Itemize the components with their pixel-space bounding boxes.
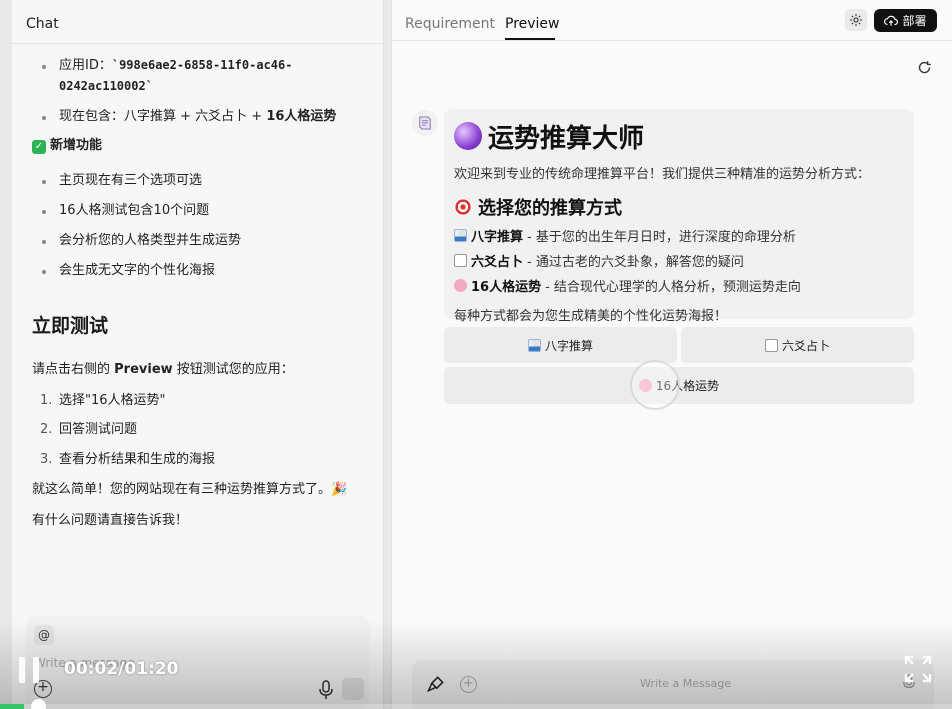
progress-bar[interactable] — [0, 704, 952, 709]
deploy-label: 部署 — [902, 14, 927, 28]
pause-button[interactable] — [16, 657, 44, 683]
liuyao-button[interactable]: 六爻占卜 — [681, 327, 914, 363]
list-item: 应用ID：`998e6ae2-6858-11f0-ac46-0242ac1100… — [32, 56, 363, 98]
welcome-text: 欢迎来到专业的传统命理推算平台！我们提供三种精准的运势分析方式： — [454, 167, 871, 182]
done-text: 就这么简单！您的网站现在有三种运势推算方式了。🎉 — [32, 481, 348, 497]
step-item: 2. 回答测试问题 — [32, 420, 363, 441]
card-footer: 每种方式都会为您生成精美的个性化运势海报！ — [454, 309, 728, 324]
feature-item: 主页现在有三个选项可选 — [32, 171, 363, 192]
ask-text: 有什么问题请直接告诉我！ — [32, 512, 189, 528]
step-text: 回答测试问题 — [59, 422, 138, 438]
preview-panel: Requirement Preview 部署 运势推算大师 欢迎来到专业的传统命… — [391, 0, 952, 709]
check-icon: ✓ — [32, 139, 46, 154]
step-number: 1. — [40, 392, 53, 408]
feature-item: 会分析您的人格类型并生成运势 — [32, 231, 363, 252]
mic-icon[interactable] — [318, 680, 334, 700]
chart-icon — [527, 338, 541, 352]
tab-preview[interactable]: Preview — [505, 16, 560, 32]
app-card: 运势推算大师 欢迎来到专业的传统命理推算平台！我们提供三种精准的运势分析方式： … — [444, 109, 914, 324]
steps-list: 1. 选择"16人格运势" 2. 回答测试问题 3. 查看分析结果和生成的海报 — [32, 391, 363, 471]
feature-item: 会生成无文字的个性化海报 — [32, 261, 363, 282]
chart-icon — [454, 229, 467, 242]
step-item: 1. 选择"16人格运势" — [32, 391, 363, 412]
choose-heading-text: 选择您的推算方式 — [478, 198, 622, 219]
preview-message-input[interactable]: Write a Message — [640, 677, 731, 690]
send-button[interactable] — [342, 678, 364, 700]
app-info-list: 应用ID：`998e6ae2-6858-11f0-ac46-0242ac1100… — [32, 56, 363, 127]
brain-icon — [454, 279, 467, 292]
test-heading: 立即测试 — [32, 315, 109, 338]
list-item: 现在包含：八字推算 + 六爻占卜 + 16人格运势 — [32, 107, 363, 128]
dice-icon — [454, 254, 467, 267]
chat-panel: Chat 应用ID：`998e6ae2-6858-11f0-ac46-0242a… — [12, 0, 384, 709]
pause-bar — [33, 657, 39, 683]
target-icon — [454, 198, 472, 216]
crystal-ball-icon — [454, 122, 482, 150]
step-number: 2. — [40, 422, 53, 438]
progress-fill — [0, 704, 24, 709]
option-liuyao: 六爻占卜 - 通过古老的六爻卦象，解答您的疑问 — [454, 251, 904, 270]
contains-text: 现在包含：八字推算 + 六爻占卜 + — [59, 108, 267, 124]
settings-button[interactable] — [845, 9, 867, 31]
step-text: 选择"16人格运势" — [59, 392, 166, 408]
tab-bar: Requirement Preview 部署 — [392, 0, 952, 41]
features-list: 主页现在有三个选项可选 16人格测试包含10个问题 会分析您的人格类型并生成运势… — [32, 171, 363, 281]
option-name: 八字推算 — [471, 230, 524, 245]
deploy-button[interactable]: 部署 — [874, 9, 937, 32]
assistant-avatar — [412, 110, 438, 136]
instruction-text: 请点击右侧的 Preview 按钮测试您的应用： — [32, 360, 363, 381]
instruction-prefix: 请点击右侧的 — [32, 361, 115, 377]
mention-button[interactable]: @ — [34, 625, 54, 645]
pause-bar — [19, 657, 25, 683]
chat-messages: 应用ID：`998e6ae2-6858-11f0-ac46-0242ac1100… — [12, 44, 383, 532]
step-item: 3. 查看分析结果和生成的海报 — [32, 450, 363, 471]
choose-heading: 选择您的推算方式 — [454, 194, 904, 220]
option-desc: - 通过古老的六爻卦象，解答您的疑问 — [527, 255, 744, 270]
gear-icon — [850, 14, 862, 26]
step-number: 3. — [40, 452, 53, 468]
new-features-heading: ✓ 新增功能 — [32, 136, 363, 157]
option-name: 六爻占卜 — [471, 255, 524, 270]
progress-knob[interactable] — [30, 699, 46, 709]
liuyao-button-label: 六爻占卜 — [781, 338, 830, 353]
app-id-label: 应用ID： — [59, 58, 112, 73]
step-text: 查看分析结果和生成的海报 — [59, 452, 216, 468]
app-title-text: 运势推算大师 — [488, 123, 645, 154]
new-features-title: 新增功能 — [50, 138, 103, 154]
add-button[interactable]: + — [460, 676, 477, 693]
option-desc: - 基于您的出生年月日时，进行深度的命理分析 — [527, 230, 796, 245]
instruction-bold: Preview — [114, 361, 173, 377]
click-indicator — [630, 360, 680, 410]
fullscreen-icon[interactable] — [904, 655, 932, 683]
feature-item: 16人格测试包含10个问题 — [32, 201, 363, 222]
active-tab-indicator — [505, 38, 555, 40]
option-desc: - 结合现代心理学的人格分析，预测运势走向 — [545, 280, 801, 295]
chat-title: Chat — [12, 0, 383, 44]
option-mbti: 16人格运势 - 结合现代心理学的人格分析，预测运势走向 — [454, 276, 904, 295]
bazi-button-label: 八字推算 — [544, 338, 593, 353]
brush-icon[interactable] — [426, 674, 446, 694]
playback-time: 00:02/01:20 — [64, 659, 179, 679]
bazi-button[interactable]: 八字推算 — [444, 327, 677, 363]
option-bazi: 八字推算 - 基于您的出生年月日时，进行深度的命理分析 — [454, 226, 904, 245]
instruction-suffix: 按钮测试您的应用： — [172, 361, 294, 377]
scroll-icon — [419, 116, 431, 130]
refresh-button[interactable] — [913, 56, 935, 78]
tab-requirement[interactable]: Requirement — [405, 16, 495, 32]
preview-message-bar: + Write a Message — [412, 660, 934, 709]
contains-bold: 16人格运势 — [266, 108, 337, 124]
option-name: 16人格运势 — [471, 280, 542, 295]
dice-icon — [764, 338, 778, 352]
app-title: 运势推算大师 — [454, 119, 904, 154]
refresh-icon — [918, 60, 931, 73]
cloud-upload-icon — [884, 15, 899, 26]
